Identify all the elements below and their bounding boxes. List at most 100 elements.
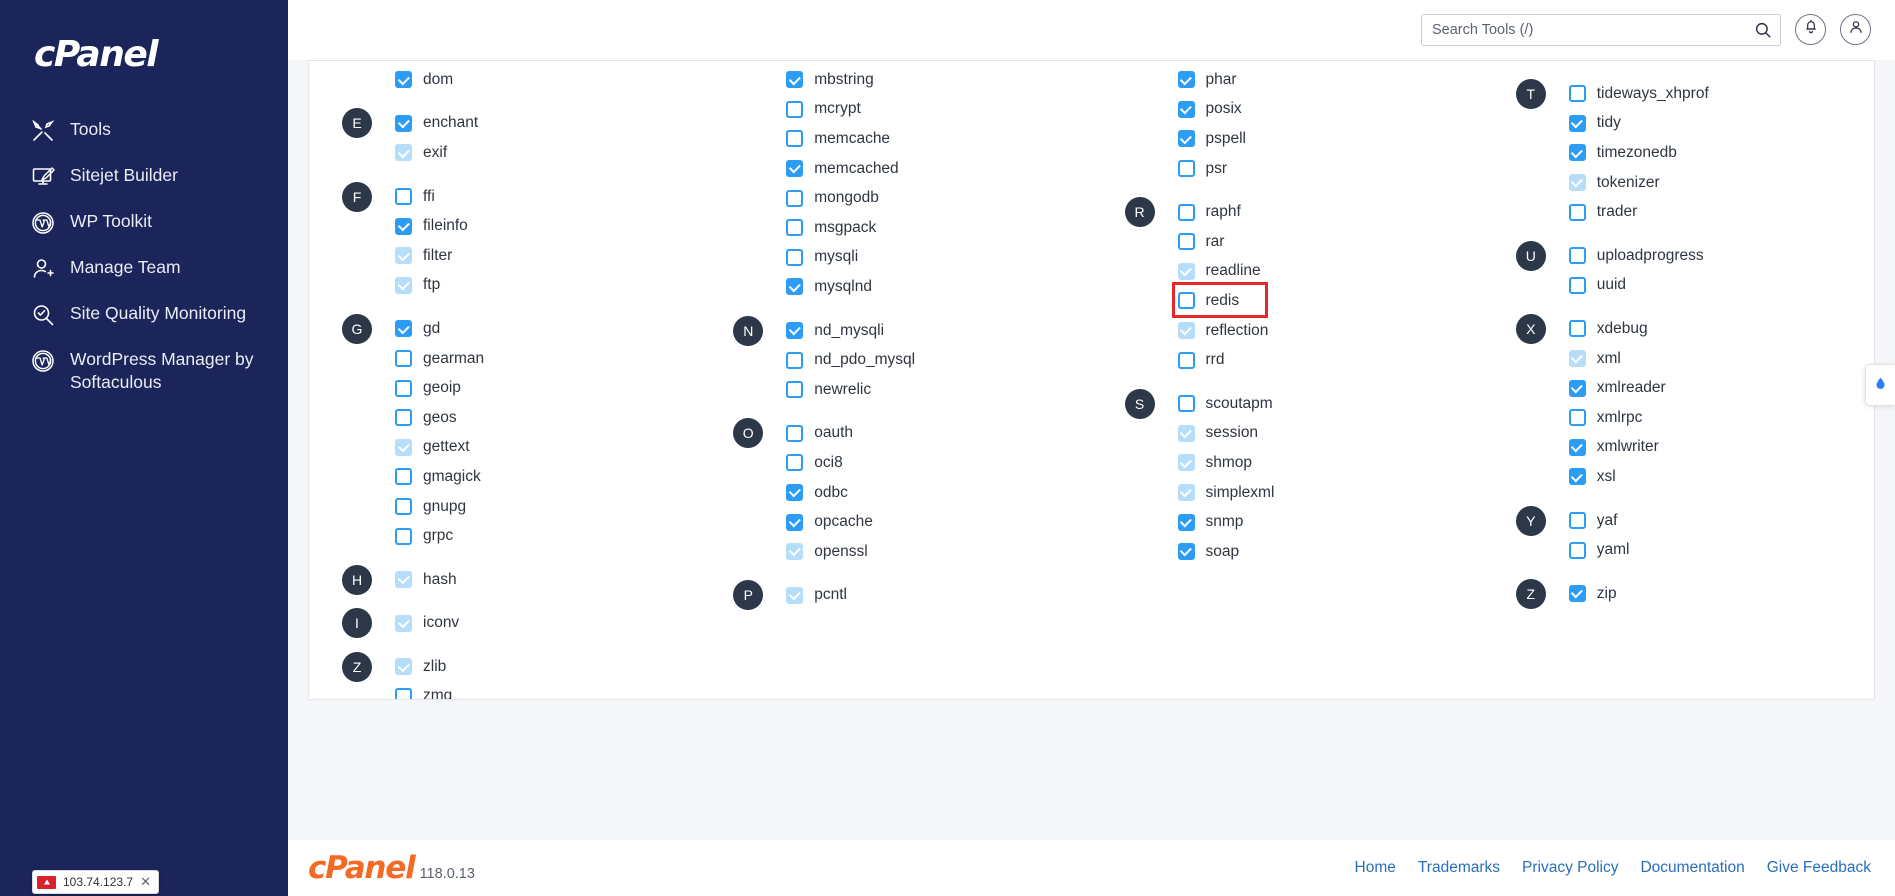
- extension-row[interactable]: mbstring: [710, 65, 1081, 95]
- extension-row[interactable]: rar: [1102, 227, 1473, 257]
- extension-row[interactable]: oci8: [710, 448, 1081, 478]
- extension-row[interactable]: memcached: [710, 154, 1081, 184]
- extension-toggle[interactable]: gd: [395, 320, 440, 338]
- extension-checkbox[interactable]: [1177, 292, 1195, 310]
- extension-row[interactable]: filter: [319, 241, 690, 271]
- sidebar-item-sitejet-builder[interactable]: Sitejet Builder: [0, 155, 288, 199]
- extension-row[interactable]: xml: [1493, 344, 1864, 374]
- extension-row[interactable]: Ppcntl: [710, 580, 1081, 611]
- extension-row[interactable]: geos: [319, 403, 690, 433]
- extension-checkbox[interactable]: [786, 248, 804, 266]
- extension-toggle[interactable]: tideways_xhprof: [1568, 85, 1709, 103]
- extension-toggle[interactable]: shmop: [1177, 454, 1252, 472]
- extension-checkbox[interactable]: [395, 217, 412, 235]
- ip-address-badge[interactable]: 103.74.123.7 ✕: [32, 870, 159, 894]
- extension-row[interactable]: gettext: [319, 433, 690, 463]
- extension-row[interactable]: simplexml: [1102, 478, 1473, 508]
- extension-toggle[interactable]: soap: [1177, 543, 1239, 561]
- extension-checkbox[interactable]: [1568, 247, 1586, 265]
- extension-row[interactable]: xmlrpc: [1493, 403, 1864, 433]
- extension-checkbox[interactable]: [1177, 424, 1195, 442]
- extension-checkbox[interactable]: [786, 586, 804, 604]
- extension-toggle[interactable]: ffi: [395, 188, 435, 206]
- extension-checkbox[interactable]: [1177, 454, 1195, 472]
- extension-checkbox[interactable]: [395, 320, 412, 338]
- extension-row[interactable]: geoip: [319, 373, 690, 403]
- extension-row[interactable]: nd_pdo_mysql: [710, 345, 1081, 375]
- extension-checkbox[interactable]: [786, 322, 804, 340]
- extension-checkbox[interactable]: [1568, 114, 1586, 132]
- extension-toggle[interactable]: zip: [1568, 585, 1617, 603]
- extension-toggle[interactable]: uploadprogress: [1568, 247, 1704, 265]
- extension-toggle[interactable]: xml: [1568, 350, 1621, 368]
- extension-checkbox[interactable]: [1177, 262, 1195, 280]
- extension-row[interactable]: Sscoutapm: [1102, 388, 1473, 419]
- extension-row[interactable]: Hhash: [319, 564, 690, 595]
- extension-row[interactable]: soap: [1102, 537, 1473, 567]
- extension-toggle[interactable]: xmlrpc: [1568, 409, 1642, 427]
- sidebar-item-wp-toolkit[interactable]: WP Toolkit: [0, 201, 288, 245]
- extension-checkbox[interactable]: [786, 278, 804, 296]
- sidebar-item-site-quality-monitoring[interactable]: Site Quality Monitoring: [0, 293, 288, 337]
- extension-row[interactable]: mysqli: [710, 243, 1081, 273]
- extension-checkbox[interactable]: [1177, 543, 1195, 561]
- extension-toggle[interactable]: mysqli: [786, 248, 858, 266]
- extension-row[interactable]: zmq: [319, 682, 690, 699]
- extension-checkbox[interactable]: [1177, 233, 1195, 251]
- extension-toggle[interactable]: reflection: [1177, 322, 1268, 340]
- extension-toggle[interactable]: geoip: [395, 379, 461, 397]
- extension-toggle[interactable]: rar: [1177, 233, 1224, 251]
- extension-checkbox[interactable]: [786, 189, 804, 207]
- extension-checkbox[interactable]: [1177, 322, 1195, 340]
- extension-toggle[interactable]: timezonedb: [1568, 144, 1677, 162]
- extension-toggle[interactable]: memcache: [786, 130, 890, 148]
- extension-toggle[interactable]: tokenizer: [1568, 174, 1660, 192]
- extension-toggle[interactable]: geos: [395, 409, 457, 427]
- extension-toggle[interactable]: fileinfo: [395, 217, 468, 235]
- extension-toggle[interactable]: scoutapm: [1177, 395, 1273, 413]
- extension-toggle[interactable]: xmlreader: [1568, 379, 1666, 397]
- extension-row[interactable]: snmp: [1102, 507, 1473, 537]
- extension-row[interactable]: yaml: [1493, 535, 1864, 565]
- extension-row[interactable]: session: [1102, 419, 1473, 449]
- extension-checkbox[interactable]: [1568, 203, 1586, 221]
- extension-toggle[interactable]: openssl: [786, 543, 868, 561]
- extension-row[interactable]: newrelic: [710, 375, 1081, 405]
- extension-toggle[interactable]: oci8: [786, 454, 843, 472]
- extension-row[interactable]: Rraphf: [1102, 197, 1473, 228]
- extension-toggle[interactable]: hash: [395, 571, 457, 589]
- extension-toggle[interactable]: mcrypt: [786, 100, 861, 118]
- extension-row[interactable]: odbc: [710, 478, 1081, 508]
- extension-checkbox[interactable]: [1177, 484, 1195, 502]
- extension-toggle[interactable]: zmq: [395, 687, 452, 699]
- extension-row[interactable]: xmlwriter: [1493, 433, 1864, 463]
- extension-row[interactable]: Ggd: [319, 313, 690, 344]
- extension-toggle[interactable]: enchant: [395, 114, 478, 132]
- extension-row[interactable]: mcrypt: [710, 95, 1081, 125]
- extension-checkbox[interactable]: [786, 513, 804, 531]
- extension-row[interactable]: Zzlib: [319, 651, 690, 682]
- extension-row[interactable]: psr: [1102, 154, 1473, 184]
- extension-toggle[interactable]: gnupg: [395, 498, 466, 516]
- extension-toggle[interactable]: redis: [1177, 292, 1239, 310]
- extension-toggle[interactable]: xsl: [1568, 468, 1616, 486]
- search-icon[interactable]: [1754, 21, 1772, 39]
- extension-checkbox[interactable]: [395, 247, 412, 265]
- extension-toggle[interactable]: readline: [1177, 262, 1261, 280]
- extension-row[interactable]: rrd: [1102, 345, 1473, 375]
- footer-link[interactable]: Home: [1355, 859, 1396, 877]
- extension-toggle[interactable]: tidy: [1568, 114, 1621, 132]
- extension-row[interactable]: reflection: [1102, 316, 1473, 346]
- extension-row[interactable]: pspell: [1102, 124, 1473, 154]
- extension-row[interactable]: tidy: [1493, 109, 1864, 139]
- extension-checkbox[interactable]: [395, 144, 412, 162]
- extension-row[interactable]: xsl: [1493, 462, 1864, 492]
- extension-checkbox[interactable]: [786, 160, 804, 178]
- extension-toggle[interactable]: dom: [395, 71, 453, 89]
- extension-checkbox[interactable]: [1177, 71, 1195, 89]
- extension-row[interactable]: gmagick: [319, 462, 690, 492]
- extension-checkbox[interactable]: [1177, 351, 1195, 369]
- extension-row[interactable]: Zzip: [1493, 578, 1864, 609]
- extension-row[interactable]: uuid: [1493, 271, 1864, 301]
- extension-row[interactable]: shmop: [1102, 448, 1473, 478]
